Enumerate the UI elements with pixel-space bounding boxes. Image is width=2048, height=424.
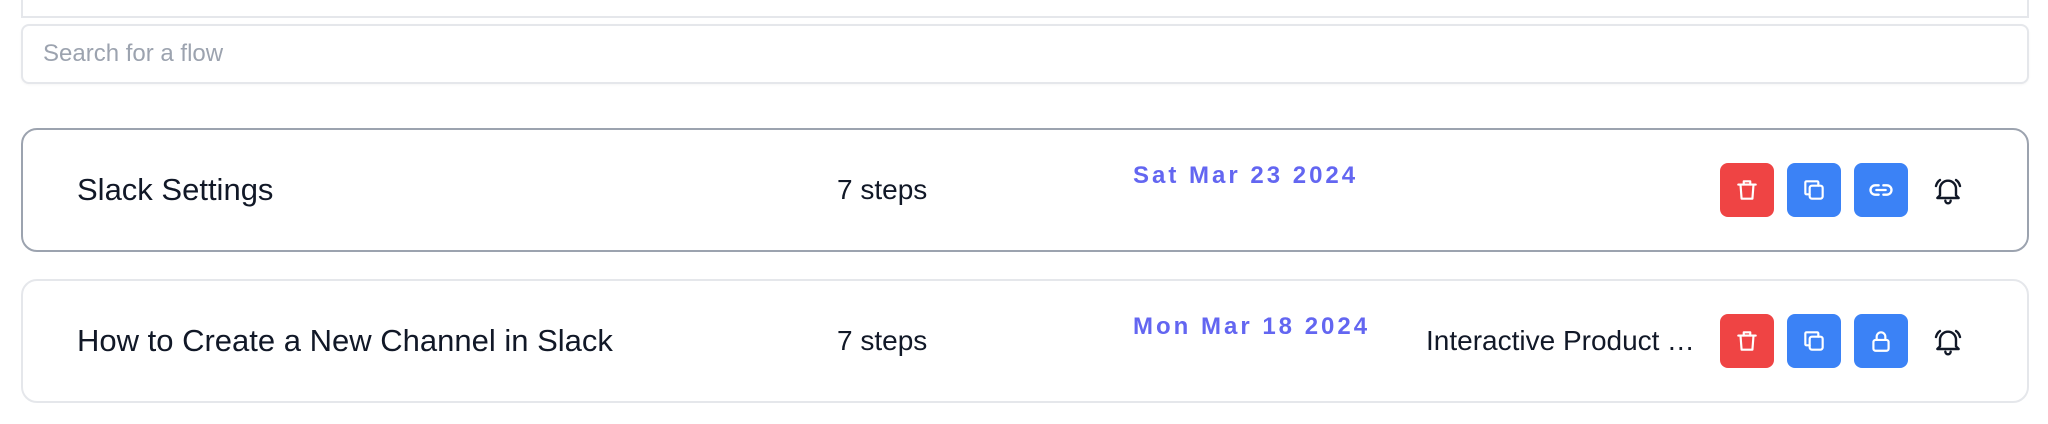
flow-date: Sat Mar 23 2024 <box>1133 162 1359 189</box>
flow-step-count: 7 steps <box>837 174 928 205</box>
trash-icon <box>1737 180 1757 200</box>
notifications-button[interactable] <box>1921 163 1975 217</box>
duplicate-button[interactable] <box>1787 163 1841 217</box>
share-link-button[interactable] <box>1854 163 1908 217</box>
flow-title[interactable]: How to Create a New Channel in Slack <box>77 323 613 359</box>
notifications-button[interactable] <box>1921 314 1975 368</box>
flow-date: Mon Mar 18 2024 <box>1133 313 1371 340</box>
flow-title[interactable]: Slack Settings <box>77 172 273 208</box>
bell-ring-icon <box>1934 178 1962 205</box>
trash-icon <box>1737 331 1757 351</box>
flow-step-count: 7 steps <box>837 325 928 356</box>
flow-card-slack-settings[interactable]: Slack Settings 7 steps Sat Mar 23 2024 <box>21 128 2029 252</box>
flow-type: Interactive Product Tour <box>1426 325 1702 356</box>
previous-panel-edge <box>21 0 2029 18</box>
search-input[interactable] <box>21 24 2029 84</box>
duplicate-button[interactable] <box>1787 314 1841 368</box>
bell-ring-icon <box>1934 329 1962 356</box>
copy-icon <box>1804 331 1824 351</box>
lock-icon <box>1872 331 1890 352</box>
access-lock-button[interactable] <box>1854 314 1908 368</box>
delete-button[interactable] <box>1720 314 1774 368</box>
link-icon <box>1869 184 1893 196</box>
flow-card-create-channel[interactable]: How to Create a New Channel in Slack 7 s… <box>21 279 2029 403</box>
copy-icon <box>1804 180 1824 200</box>
delete-button[interactable] <box>1720 163 1774 217</box>
